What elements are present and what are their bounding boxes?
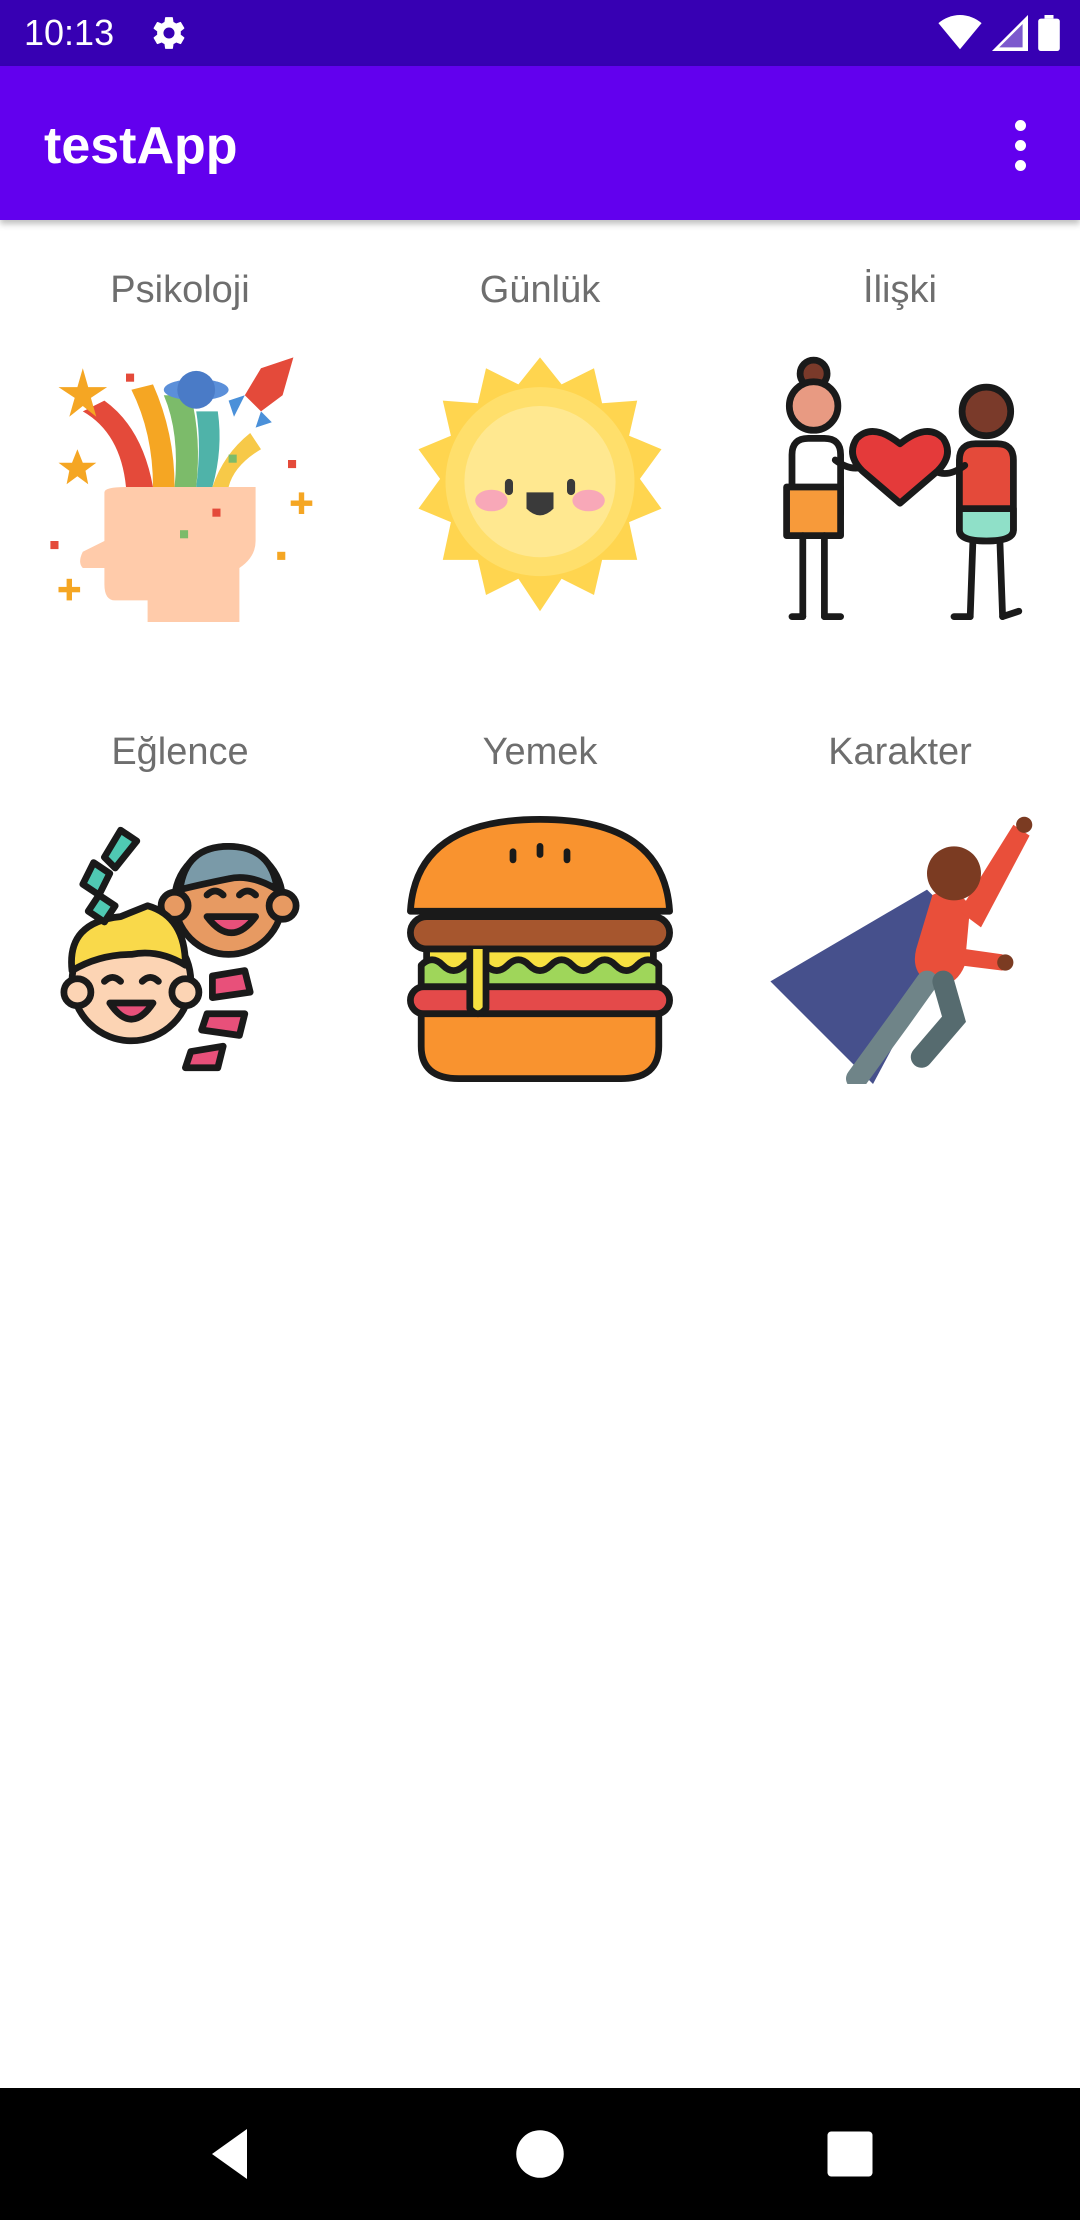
category-label: İlişki: [863, 269, 937, 311]
battery-icon: [1038, 15, 1060, 51]
category-psikoloji[interactable]: Psikoloji: [0, 222, 360, 684]
gear-icon: [153, 17, 185, 49]
more-options-button[interactable]: [990, 110, 1050, 180]
category-karakter[interactable]: Karakter: [720, 684, 1080, 1146]
hamburger-icon: [405, 814, 675, 1084]
couple-heart-icon: [765, 352, 1035, 622]
app-title: testApp: [44, 117, 238, 175]
more-vert-icon: [1014, 119, 1026, 131]
category-grid: Psikoloji Günlük İlişki Eğlence Yemek Ka…: [0, 222, 1080, 1146]
category-iliski[interactable]: İlişki: [720, 222, 1080, 684]
smiling-sun-icon: [405, 352, 675, 622]
signal-icon: [992, 15, 1028, 51]
category-yemek[interactable]: Yemek: [360, 684, 720, 1146]
superhero-icon: [765, 814, 1035, 1084]
app-bar: testApp: [0, 66, 1080, 220]
home-icon[interactable]: [510, 2124, 570, 2184]
navigation-bar: [0, 2088, 1080, 2220]
category-label: Günlük: [479, 269, 601, 311]
category-label: Psikoloji: [110, 269, 250, 311]
wifi-icon: [938, 15, 982, 50]
category-label: Yemek: [482, 731, 598, 773]
category-eglence[interactable]: Eğlence: [0, 684, 360, 1146]
recents-icon[interactable]: [820, 2124, 880, 2184]
status-bar: 10:13: [0, 0, 1080, 66]
laughing-friends-icon: [45, 814, 315, 1084]
status-time: 10:13: [24, 12, 115, 53]
category-label: Karakter: [828, 731, 972, 773]
category-label: Eğlence: [111, 731, 249, 773]
back-icon[interactable]: [202, 2124, 262, 2184]
mind-explosion-icon: [45, 352, 315, 622]
category-gunluk[interactable]: Günlük: [360, 222, 720, 684]
